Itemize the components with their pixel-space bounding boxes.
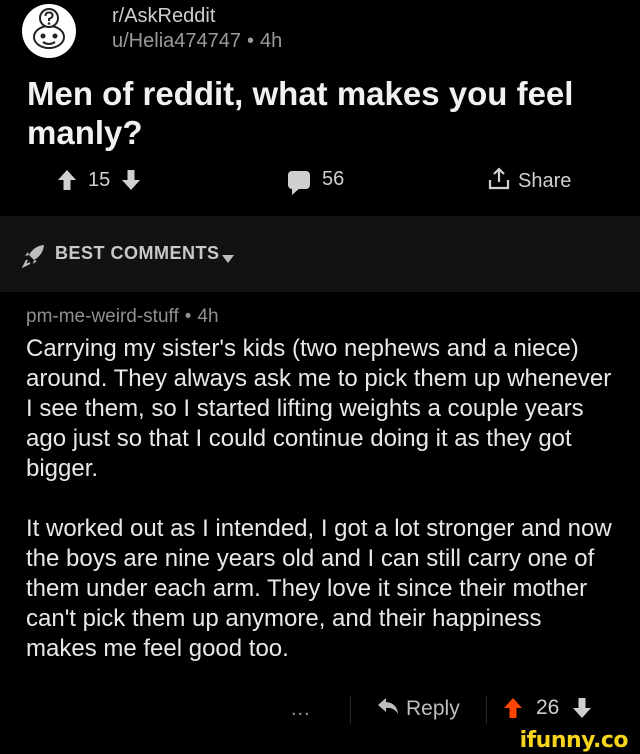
subreddit-avatar-icon[interactable] <box>22 4 76 58</box>
post-score: 15 <box>88 168 111 191</box>
meta-separator: • <box>184 306 192 327</box>
comment-paragraph: Carrying my sister's kids (two nephews a… <box>26 335 612 482</box>
comment-author[interactable]: pm-me-weird-stuff <box>26 306 179 327</box>
post-meta: u/Helia474747 • 4h <box>112 30 282 53</box>
share-button[interactable]: Share <box>486 166 571 197</box>
post-header: r/AskReddit u/Helia474747 • 4h <box>20 0 620 62</box>
share-upload-icon <box>486 166 512 197</box>
up-arrow-icon[interactable] <box>56 168 78 192</box>
post-action-bar: 15 56 Share <box>0 160 640 204</box>
reply-arrow-icon <box>376 696 400 721</box>
post-vote-group: 15 <box>56 168 142 192</box>
post-author[interactable]: u/Helia474747 <box>112 30 241 52</box>
comment-count: 56 <box>322 168 345 190</box>
comment-meta: pm-me-weird-stuff • 4h <box>26 306 616 328</box>
down-arrow-icon[interactable] <box>571 696 593 720</box>
up-arrow-icon[interactable] <box>502 696 524 720</box>
rocket-icon <box>21 242 48 269</box>
comment-vote-group: 26 <box>502 696 593 720</box>
more-options-icon[interactable]: ... <box>291 698 311 721</box>
question-mark-snoo-icon <box>23 5 75 57</box>
comment-body: Carrying my sister's kids (two nephews a… <box>26 334 616 664</box>
comment-paragraph: It worked out as I intended, I got a lot… <box>26 515 612 662</box>
reply-button[interactable]: Reply <box>376 696 460 721</box>
caret-down-icon <box>222 250 234 263</box>
comments-button[interactable]: 56 <box>288 168 345 195</box>
share-label: Share <box>518 170 572 192</box>
comment-score: 26 <box>536 696 560 719</box>
watermark-logo: ifunny.co <box>519 728 629 753</box>
comment-age: 4h <box>197 306 219 327</box>
divider <box>486 696 487 724</box>
sort-label: BEST COMMENTS <box>55 243 220 263</box>
down-arrow-icon[interactable] <box>120 168 142 192</box>
comment-bubble-icon <box>288 170 310 195</box>
reply-label: Reply <box>406 696 460 720</box>
post-age: 4h <box>260 30 283 52</box>
comment: pm-me-weird-stuff • 4h Carrying my sister'… <box>26 306 616 664</box>
divider <box>350 696 351 724</box>
post-title[interactable]: Men of reddit, what makes you feel manly… <box>27 74 617 152</box>
subreddit-name[interactable]: r/AskReddit <box>112 5 215 28</box>
comment-sort-bar[interactable]: BEST COMMENTS <box>0 216 640 292</box>
meta-separator: • <box>247 30 255 52</box>
